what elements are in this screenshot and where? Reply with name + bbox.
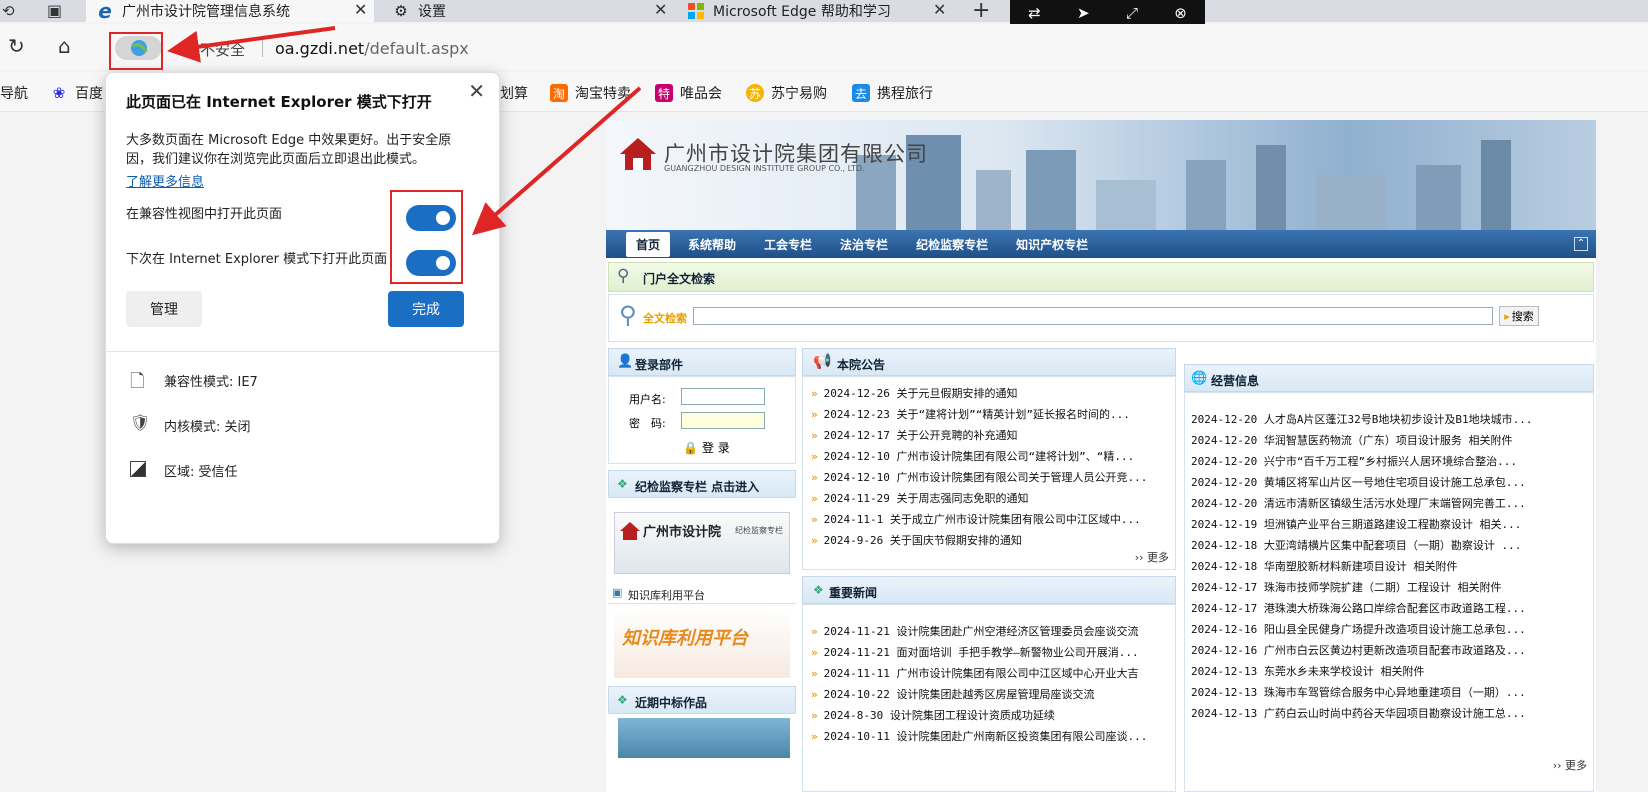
annotation-arrows xyxy=(167,26,642,236)
